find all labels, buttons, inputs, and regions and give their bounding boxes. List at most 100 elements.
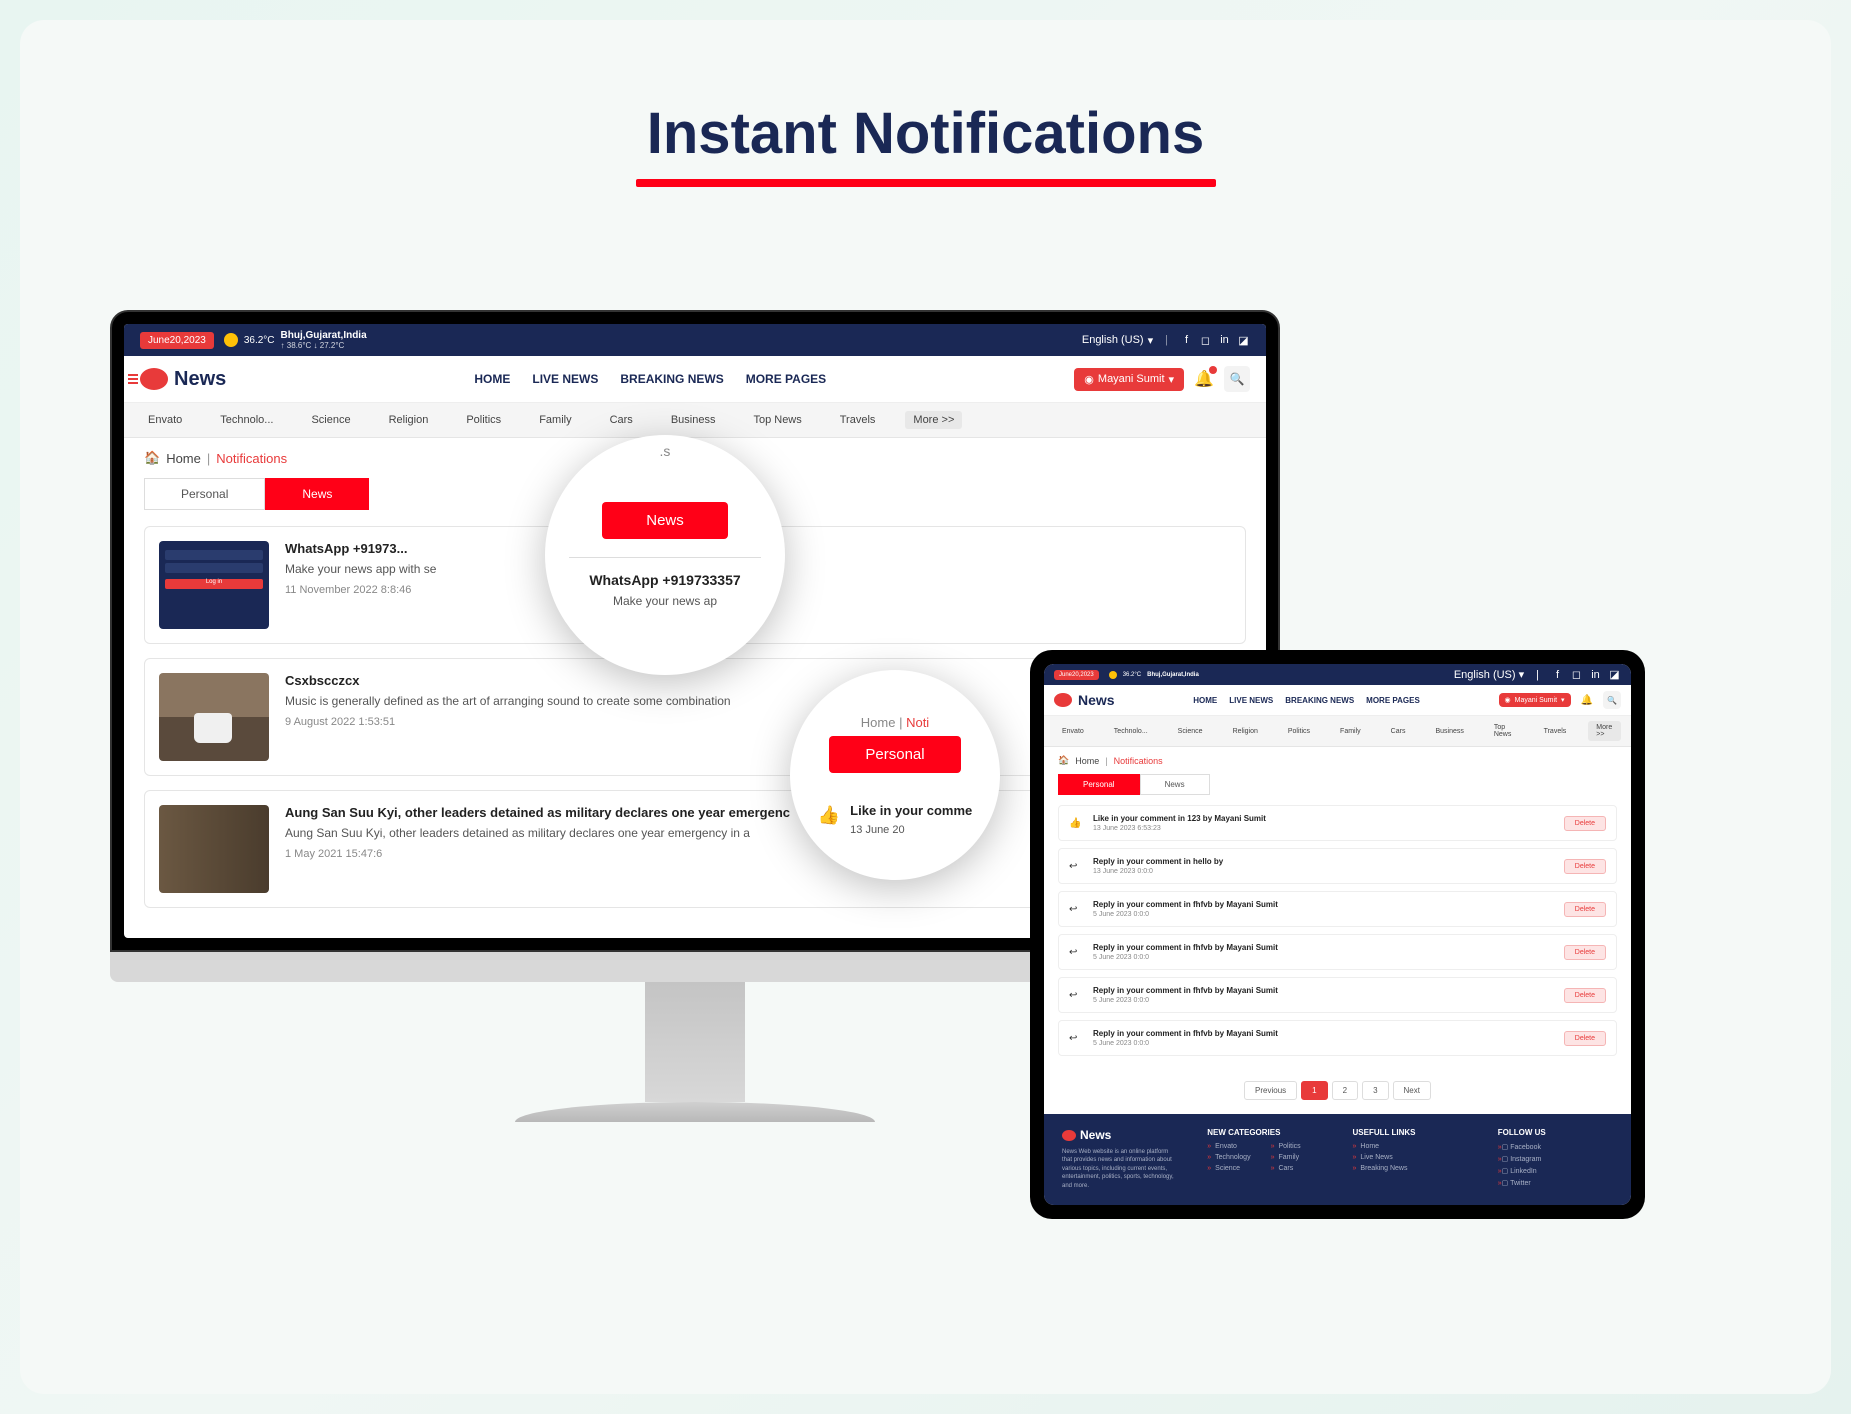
footer-link[interactable]: Live News — [1353, 1154, 1468, 1161]
breadcrumb-home[interactable]: Home — [1075, 756, 1099, 766]
twitter-icon[interactable]: ◪ — [1608, 668, 1621, 681]
linkedin-icon[interactable]: in — [1218, 334, 1231, 347]
nav-home[interactable]: HOME — [474, 372, 510, 386]
bell-icon[interactable]: 🔔 — [1581, 695, 1593, 706]
cat-item[interactable]: Politics — [1280, 725, 1318, 738]
footer-link[interactable]: Technology — [1207, 1154, 1250, 1161]
facebook-icon[interactable]: f — [1551, 668, 1564, 681]
footer-social[interactable]: ▢ Twitter — [1498, 1179, 1613, 1187]
partial-text: .s — [660, 443, 671, 459]
cat-item[interactable]: Religion — [1225, 725, 1266, 738]
thumbs-up-icon: 👍 — [1069, 818, 1083, 829]
tab-news[interactable]: News — [1140, 774, 1210, 795]
cat-item[interactable]: Top News — [1486, 721, 1522, 741]
next-button[interactable]: Next — [1393, 1081, 1431, 1100]
delete-button[interactable]: Delete — [1564, 945, 1606, 960]
reply-icon: ↩ — [1069, 904, 1083, 915]
footer-link[interactable]: Home — [1353, 1143, 1468, 1150]
cat-item[interactable]: Family — [531, 411, 579, 429]
reply-icon: ↩ — [1069, 1033, 1083, 1044]
user-badge[interactable]: ◉ Mayani Sumit ▾ — [1499, 693, 1571, 707]
twitter-icon[interactable]: ◪ — [1237, 334, 1250, 347]
linkedin-icon[interactable]: in — [1589, 668, 1602, 681]
footer-links-heading: USEFULL LINKS — [1353, 1128, 1468, 1137]
reply-icon: ↩ — [1069, 947, 1083, 958]
notification-thumb — [159, 805, 269, 893]
cat-item[interactable]: Science — [303, 411, 358, 429]
footer-link[interactable]: Envato — [1207, 1143, 1250, 1150]
nav-breaking[interactable]: BREAKING NEWS — [620, 372, 723, 386]
cat-item[interactable]: Travels — [1536, 725, 1575, 738]
zoom-lens-news: .s News WhatsApp +919733357 Make your ne… — [545, 435, 785, 675]
footer-social[interactable]: ▢ Facebook — [1498, 1143, 1613, 1151]
home-icon[interactable]: 🏠 — [144, 450, 160, 466]
more-button[interactable]: More >> — [905, 411, 962, 429]
logo-text: News — [174, 368, 226, 391]
footer-cat-heading: NEW CATEGORIES — [1207, 1128, 1322, 1137]
delete-button[interactable]: Delete — [1564, 1031, 1606, 1046]
category-bar: Envato Technolo... Science Religion Poli… — [124, 403, 1266, 438]
cat-item[interactable]: Travels — [832, 411, 884, 429]
language-selector[interactable]: English (US) ▾ — [1082, 334, 1153, 347]
search-icon[interactable]: 🔍 — [1603, 691, 1621, 709]
cat-item[interactable]: Top News — [745, 411, 809, 429]
footer-link[interactable]: Politics — [1271, 1143, 1301, 1150]
delete-button[interactable]: Delete — [1564, 988, 1606, 1003]
tab-personal[interactable]: Personal — [144, 478, 265, 510]
nav-breaking[interactable]: BREAKING NEWS — [1285, 696, 1354, 705]
cat-item[interactable]: Envato — [140, 411, 190, 429]
date-badge: June20,2023 — [1054, 670, 1099, 680]
cat-item[interactable]: Religion — [381, 411, 437, 429]
personal-notification: ↩ Reply in your comment in fhfvb by Maya… — [1058, 891, 1617, 927]
cat-item[interactable]: Science — [1170, 725, 1211, 738]
logo[interactable]: News — [140, 368, 226, 391]
page-1[interactable]: 1 — [1301, 1081, 1327, 1100]
instagram-icon[interactable]: ◻ — [1570, 668, 1583, 681]
instagram-icon[interactable]: ◻ — [1199, 334, 1212, 347]
nav-more[interactable]: MORE PAGES — [1366, 696, 1420, 705]
cat-item[interactable]: Business — [1427, 725, 1471, 738]
prev-button[interactable]: Previous — [1244, 1081, 1297, 1100]
footer-link[interactable]: Family — [1271, 1154, 1301, 1161]
cat-item[interactable]: Cars — [602, 411, 641, 429]
zoom-personal-title: Like in your comme — [850, 803, 972, 818]
tab-news[interactable]: News — [265, 478, 369, 510]
delete-button[interactable]: Delete — [1564, 859, 1606, 874]
logo[interactable]: News — [1054, 692, 1115, 708]
bell-icon[interactable]: 🔔 — [1194, 369, 1214, 389]
personal-notification: ↩ Reply in your comment in fhfvb by Maya… — [1058, 1020, 1617, 1056]
cat-item[interactable]: Family — [1332, 725, 1369, 738]
zoom-notif-sub: Make your news ap — [613, 594, 717, 608]
breadcrumb-home[interactable]: Home — [166, 451, 201, 466]
footer-social[interactable]: ▢ Instagram — [1498, 1155, 1613, 1163]
search-icon[interactable]: 🔍 — [1224, 366, 1250, 392]
page-3[interactable]: 3 — [1362, 1081, 1388, 1100]
temp-high: ↑ 38.6°C — [281, 341, 312, 350]
footer: News News Web website is an online platf… — [1044, 1114, 1631, 1205]
delete-button[interactable]: Delete — [1564, 902, 1606, 917]
reply-icon: ↩ — [1069, 861, 1083, 872]
footer-link[interactable]: Science — [1207, 1165, 1250, 1172]
footer-social[interactable]: ▢ LinkedIn — [1498, 1167, 1613, 1175]
footer-link[interactable]: Breaking News — [1353, 1165, 1468, 1172]
cat-item[interactable]: Politics — [458, 411, 509, 429]
nav-live[interactable]: LIVE NEWS — [1229, 696, 1273, 705]
facebook-icon[interactable]: f — [1180, 334, 1193, 347]
cat-item[interactable]: Technolo... — [212, 411, 281, 429]
page-2[interactable]: 2 — [1332, 1081, 1358, 1100]
personal-notification: ↩ Reply in your comment in hello by13 Ju… — [1058, 848, 1617, 884]
nav-live[interactable]: LIVE NEWS — [532, 372, 598, 386]
nav-more[interactable]: MORE PAGES — [746, 372, 826, 386]
cat-item[interactable]: Technolo... — [1106, 725, 1156, 738]
cat-item[interactable]: Business — [663, 411, 724, 429]
language-selector[interactable]: English (US) ▾ — [1454, 668, 1524, 681]
more-button[interactable]: More >> — [1588, 721, 1621, 741]
home-icon[interactable]: 🏠 — [1058, 755, 1069, 766]
nav-home[interactable]: HOME — [1193, 696, 1217, 705]
cat-item[interactable]: Envato — [1054, 725, 1092, 738]
footer-link[interactable]: Cars — [1271, 1165, 1301, 1172]
tab-personal[interactable]: Personal — [1058, 774, 1140, 795]
user-badge[interactable]: ◉ Mayani Sumit ▾ — [1074, 368, 1184, 391]
cat-item[interactable]: Cars — [1383, 725, 1414, 738]
delete-button[interactable]: Delete — [1564, 816, 1606, 831]
